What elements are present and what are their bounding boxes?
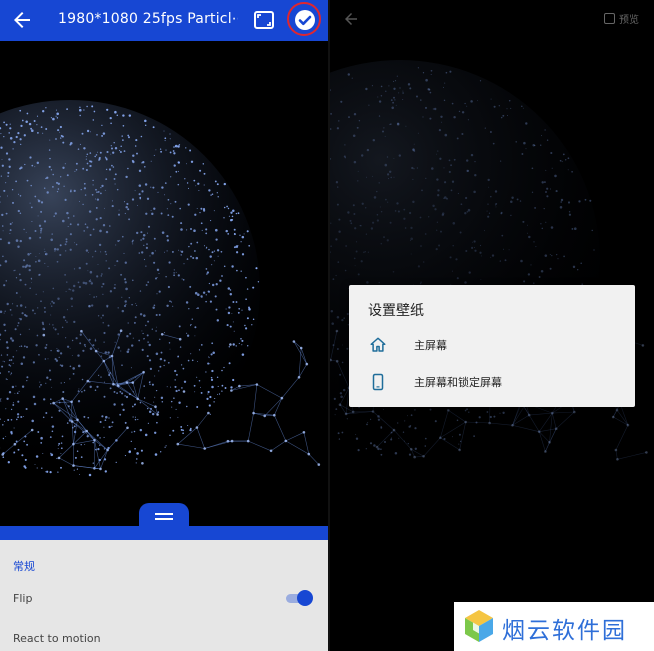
watermark: 烟云软件园 xyxy=(454,602,654,651)
back-arrow-icon[interactable] xyxy=(10,8,34,32)
flip-label: Flip xyxy=(13,592,33,605)
settings-sheet-header xyxy=(0,526,328,540)
option-home-screen[interactable]: 主屏幕 xyxy=(349,328,635,362)
preview-label: 预览 xyxy=(619,15,639,26)
option-label: 主屏幕 xyxy=(414,339,447,352)
set-wallpaper-panel: 预览 设置壁纸 主屏幕 主屏幕和锁定屏幕 xyxy=(330,0,654,651)
react-to-motion-label: React to motion xyxy=(13,632,101,645)
phone-icon xyxy=(372,373,384,391)
wallpaper-editor-panel: 1980*1080 25fps Particl⋯ 常规 Flip React t… xyxy=(0,0,328,651)
checkbox-icon[interactable] xyxy=(604,13,615,24)
set-wallpaper-dialog: 设置壁纸 主屏幕 主屏幕和锁定屏幕 xyxy=(349,285,635,407)
option-home-and-lock-screen[interactable]: 主屏幕和锁定屏幕 xyxy=(349,365,635,399)
highlight-circle xyxy=(287,2,321,36)
home-icon xyxy=(370,337,386,352)
section-general-label: 常规 xyxy=(13,560,35,573)
top-app-bar: 1980*1080 25fps Particl⋯ xyxy=(0,0,328,41)
flip-toggle[interactable] xyxy=(286,590,313,606)
option-label: 主屏幕和锁定屏幕 xyxy=(414,376,502,389)
wallpaper-title: 1980*1080 25fps Particl⋯ xyxy=(58,11,238,27)
settings-sheet: 常规 Flip React to motion xyxy=(0,540,328,651)
preview-checkbox[interactable]: 预览 xyxy=(604,11,639,26)
back-arrow-icon[interactable] xyxy=(342,10,360,28)
watermark-text: 烟云软件园 xyxy=(502,618,627,644)
cube-logo-icon xyxy=(465,610,493,642)
fit-screen-icon[interactable] xyxy=(252,8,276,32)
particle-globe-preview xyxy=(0,100,321,480)
dialog-title: 设置壁纸 xyxy=(368,303,424,319)
